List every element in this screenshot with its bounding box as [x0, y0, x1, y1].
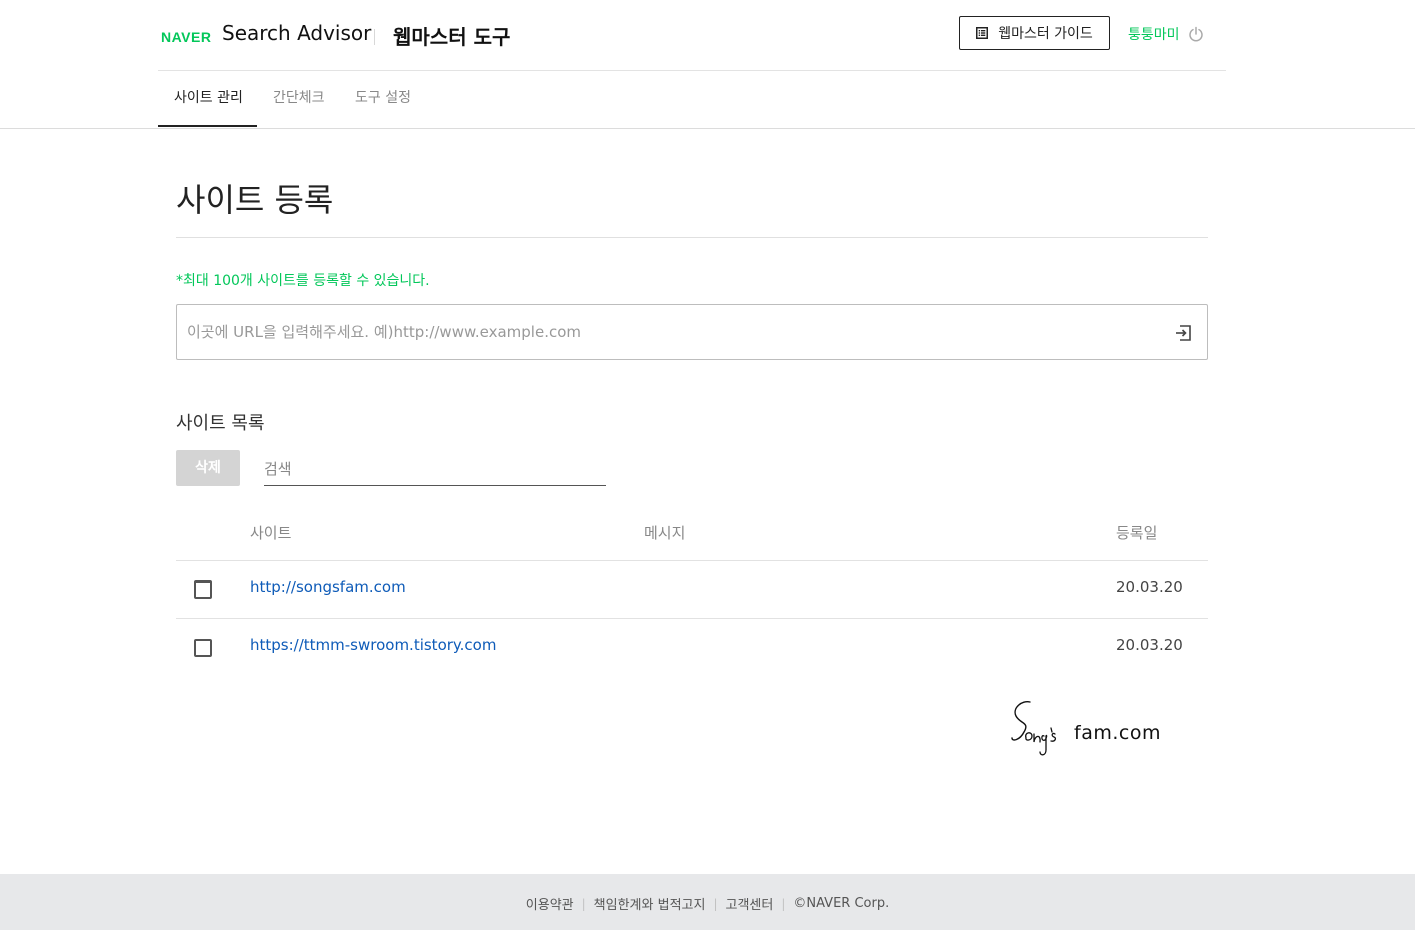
user-name[interactable]: 퉁퉁마미	[1128, 24, 1180, 44]
header-date: 등록일	[1116, 524, 1158, 542]
site-limit-notice: *최대 100개 사이트를 등록할 수 있습니다.	[176, 273, 430, 289]
footer-link-help-center[interactable]: 고객센터	[726, 894, 774, 913]
site-list-title: 사이트 목록	[176, 413, 265, 434]
footer-separator: |	[713, 896, 718, 911]
url-input-box	[176, 304, 1208, 360]
footer-separator: |	[581, 896, 586, 911]
row-checkbox[interactable]	[194, 581, 212, 599]
enter-arrow-icon[interactable]	[1173, 323, 1193, 343]
delete-button[interactable]: 삭제	[176, 450, 240, 486]
table-row: http://songsfam.com 20.03.20	[176, 561, 1208, 619]
title-divider-line	[176, 237, 1208, 238]
footer-link-disclaimer[interactable]: 책임한계와 법적고지	[594, 894, 706, 913]
footer-copyright[interactable]: ©NAVER Corp.	[793, 896, 889, 911]
site-date: 20.03.20	[1116, 636, 1183, 654]
header: NAVER Search Advisor 웹마스터 도구 웹마스터 가이드 퉁퉁…	[0, 0, 1415, 129]
title-divider	[374, 29, 375, 45]
watermark-signature	[1011, 701, 1057, 756]
table-header-row: 사이트 메시지 등록일	[176, 504, 1208, 598]
guide-button-label: 웹마스터 가이드	[998, 26, 1093, 42]
site-link[interactable]: https://ttmm-swroom.tistory.com	[250, 636, 496, 654]
page-title: 사이트 등록	[176, 181, 334, 219]
site-table: 사이트 메시지 등록일 http://songsfam.com 20.03.20…	[176, 504, 1208, 676]
tab-site-management[interactable]: 사이트 관리	[158, 71, 257, 127]
document-list-icon	[976, 27, 989, 39]
watermark: fam.com	[1008, 698, 1161, 760]
footer: 이용약관 | 책임한계와 법적고지 | 고객센터 | ©NAVER Corp.	[0, 874, 1415, 930]
site-date: 20.03.20	[1116, 578, 1183, 596]
header-message: 메시지	[644, 524, 686, 542]
search-input[interactable]	[264, 452, 606, 486]
service-name[interactable]: Search Advisor	[222, 21, 371, 45]
webmaster-guide-button[interactable]: 웹마스터 가이드	[959, 16, 1110, 50]
nav-tabs: 사이트 관리 간단체크 도구 설정	[158, 71, 430, 128]
tab-quick-check[interactable]: 간단체크	[257, 71, 340, 127]
tab-tool-settings[interactable]: 도구 설정	[340, 71, 430, 127]
url-input[interactable]	[187, 305, 1147, 359]
site-link[interactable]: http://songsfam.com	[250, 578, 406, 596]
top-bar: NAVER Search Advisor 웹마스터 도구 웹마스터 가이드 퉁퉁…	[158, 0, 1226, 71]
header-site: 사이트	[250, 524, 292, 542]
row-checkbox[interactable]	[194, 639, 212, 657]
footer-link-terms[interactable]: 이용약관	[526, 894, 574, 913]
power-icon[interactable]	[1188, 26, 1204, 42]
footer-separator: |	[781, 896, 786, 911]
watermark-text: fam.com	[1074, 722, 1161, 744]
table-row: https://ttmm-swroom.tistory.com 20.03.20	[176, 619, 1208, 676]
footer-links: 이용약관 | 책임한계와 법적고지 | 고객센터 | ©NAVER Corp.	[0, 894, 1415, 913]
tool-name[interactable]: 웹마스터 도구	[393, 21, 510, 50]
naver-logo[interactable]: NAVER	[161, 29, 211, 45]
